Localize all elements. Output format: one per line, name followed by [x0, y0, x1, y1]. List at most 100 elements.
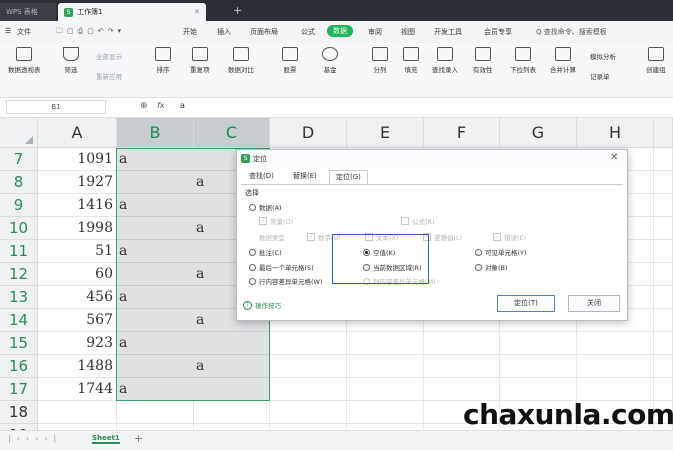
empty-cell[interactable] [654, 171, 673, 194]
hamburger-icon[interactable]: ☰ [5, 27, 11, 35]
cell-b[interactable] [117, 401, 194, 424]
col-header-e[interactable]: E [347, 118, 424, 148]
radio-objects[interactable]: 对象(B) [475, 262, 508, 272]
row-header[interactable]: 15 [0, 332, 38, 355]
empty-cell[interactable] [347, 378, 424, 401]
cell-a[interactable]: 1091 [38, 148, 117, 171]
empty-cell[interactable] [577, 332, 654, 355]
row-header[interactable]: 8 [0, 171, 38, 194]
radio-comments[interactable]: 批注(C) [249, 247, 282, 257]
data-compare-button[interactable]: 数据对比 [228, 47, 254, 74]
cell-b[interactable]: a [117, 240, 194, 263]
empty-cell[interactable] [500, 332, 577, 355]
empty-cell[interactable] [654, 194, 673, 217]
close-tab-icon[interactable]: ✕ [194, 8, 200, 16]
close-icon[interactable]: ✕ [610, 152, 618, 163]
menu-review[interactable]: 审阅 [368, 27, 382, 37]
tab-replace[interactable]: 替换(E) [287, 170, 323, 183]
fx-icon[interactable]: fx [157, 101, 165, 110]
empty-cell[interactable] [654, 309, 673, 332]
row-header[interactable]: 7 [0, 148, 38, 171]
col-header-b[interactable]: B [117, 118, 194, 148]
tab-find[interactable]: 查找(D) [243, 170, 280, 183]
sheet-nav-arrows[interactable]: |‹‹››| [8, 434, 62, 443]
cell-b[interactable]: a [117, 148, 194, 171]
empty-cell[interactable] [654, 240, 673, 263]
new-tab-button[interactable]: + [233, 4, 242, 17]
sort-button[interactable]: 排序 [155, 47, 171, 74]
menu-developer[interactable]: 开发工具 [434, 27, 462, 37]
cell-b[interactable]: a [117, 194, 194, 217]
col-header-c[interactable]: C [194, 118, 270, 148]
empty-cell[interactable] [654, 217, 673, 240]
record-form-button[interactable]: 记录单 [590, 71, 610, 81]
cell-a[interactable] [38, 401, 117, 424]
goto-button[interactable]: 定位(T) [497, 295, 555, 312]
cell-a[interactable]: 1998 [38, 217, 117, 240]
cell-c[interactable] [194, 378, 270, 401]
empty-cell[interactable] [270, 378, 347, 401]
check-formula[interactable]: ✓ 公式(R) [401, 216, 435, 226]
row-header[interactable]: 14 [0, 309, 38, 332]
menu-view[interactable]: 视图 [401, 27, 415, 37]
cell-a[interactable]: 923 [38, 332, 117, 355]
document-tab[interactable]: S 工作簿1 ✕ [58, 3, 206, 21]
quick-access-icons[interactable]: 🗀▢⎙▢↶↷▾ [56, 27, 125, 38]
sheet-tab-sheet1[interactable]: Sheet1 [92, 434, 120, 444]
cell-c[interactable] [194, 332, 270, 355]
tab-goto[interactable]: 定位(G) [329, 170, 368, 184]
formula-input[interactable]: a [180, 101, 185, 110]
empty-cell[interactable] [654, 332, 673, 355]
app-tab[interactable]: WPS 表格 [0, 3, 56, 21]
consolidate-button[interactable]: 合并计算 [550, 47, 576, 74]
empty-cell[interactable] [654, 355, 673, 378]
empty-cell[interactable] [654, 148, 673, 171]
lookup-entry-button[interactable]: 查找录入 [432, 47, 458, 74]
row-header[interactable]: 18 [0, 401, 38, 424]
zoom-icon[interactable]: ⊕ [140, 101, 148, 111]
menu-file[interactable]: 文件 [17, 27, 31, 37]
menu-data[interactable]: 数据 [327, 25, 353, 37]
empty-cell[interactable] [347, 401, 424, 424]
duplicates-button[interactable]: 重复项 [190, 47, 210, 74]
radio-data[interactable]: 数据(A) [249, 202, 282, 212]
col-header-a[interactable]: A [38, 118, 117, 148]
empty-cell[interactable] [500, 355, 577, 378]
cell-b[interactable]: a [117, 286, 194, 309]
cell-a[interactable]: 1744 [38, 378, 117, 401]
menu-page-layout[interactable]: 页面布局 [250, 27, 278, 37]
col-header-g[interactable]: G [500, 118, 577, 148]
empty-cell[interactable] [654, 286, 673, 309]
stock-button[interactable]: 股票 [282, 47, 298, 74]
cell-b[interactable] [117, 171, 194, 194]
name-box[interactable]: B1 [6, 100, 106, 114]
select-all-corner[interactable] [0, 118, 38, 148]
col-header-d[interactable]: D [270, 118, 347, 148]
cell-a[interactable]: 456 [38, 286, 117, 309]
radio-visible-cells[interactable]: 可见单元格(Y) [475, 247, 527, 257]
filter-button[interactable]: 筛选 [63, 47, 79, 74]
cell-b[interactable]: a [117, 332, 194, 355]
cell-c[interactable]: a [194, 355, 270, 378]
radio-row-differences[interactable]: 行内容差异单元格(W) [249, 276, 323, 286]
col-header-h[interactable]: H [577, 118, 654, 148]
fill-button[interactable]: 填充 [403, 47, 419, 74]
row-header[interactable]: 10 [0, 217, 38, 240]
cell-c[interactable] [194, 401, 270, 424]
check-error[interactable]: ✓ 错误(E) [493, 232, 526, 242]
menu-member[interactable]: 会员专享 [484, 27, 512, 37]
row-header[interactable]: 9 [0, 194, 38, 217]
row-header[interactable]: 16 [0, 355, 38, 378]
dropdown-list-button[interactable]: 下拉列表 [510, 47, 536, 74]
show-all-button[interactable]: 全部显示 [96, 51, 122, 61]
cell-b[interactable] [117, 309, 194, 332]
fund-button[interactable]: 基金 [322, 47, 338, 74]
check-constant[interactable]: ✓ 常量(O) [259, 216, 293, 226]
cell-a[interactable]: 567 [38, 309, 117, 332]
row-header[interactable]: 13 [0, 286, 38, 309]
add-sheet-button[interactable]: + [134, 432, 143, 445]
cell-a[interactable]: 1927 [38, 171, 117, 194]
cell-a[interactable]: 60 [38, 263, 117, 286]
create-group-button[interactable]: 创建组 [646, 47, 666, 74]
empty-cell[interactable] [424, 355, 500, 378]
